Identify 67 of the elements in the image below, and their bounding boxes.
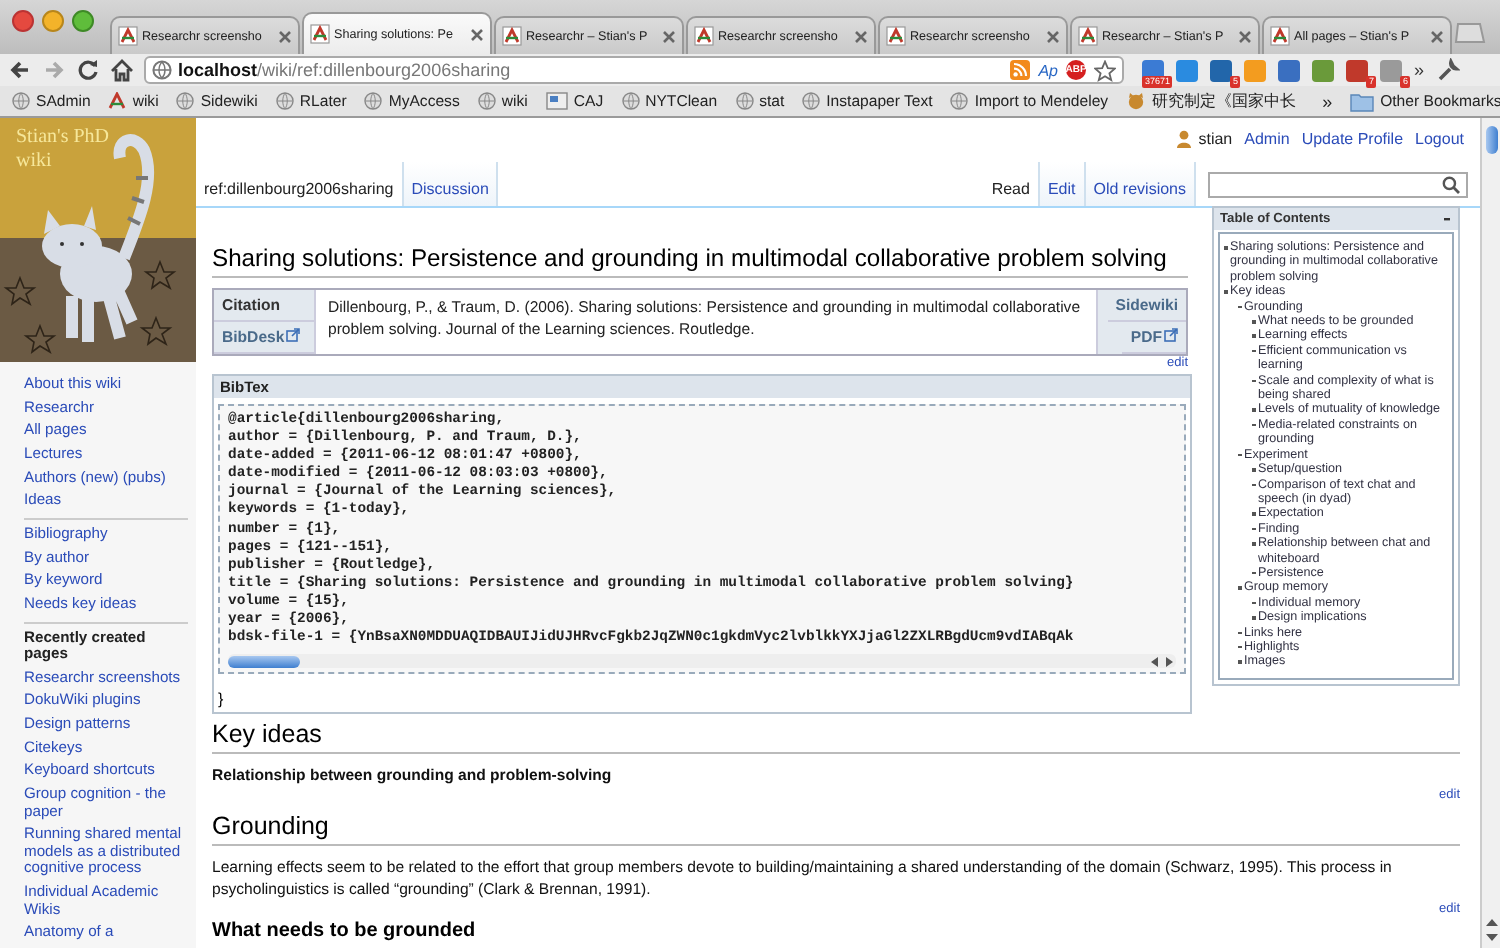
globe-icon <box>275 92 294 110</box>
page-tab[interactable]: Discussion <box>403 162 499 206</box>
search-icon[interactable] <box>1442 176 1460 194</box>
home-icon[interactable] <box>110 58 134 82</box>
view-tab[interactable]: Edit <box>1039 162 1086 206</box>
user-icon <box>1176 129 1193 147</box>
vertical-scrollbar[interactable] <box>1480 118 1500 948</box>
scroll-thumb[interactable] <box>228 655 300 668</box>
extension-button[interactable] <box>1312 59 1334 81</box>
wiki-favicon-icon <box>310 24 330 44</box>
wiki-favicon-icon <box>694 26 714 46</box>
globe-icon <box>364 92 383 110</box>
extension-button[interactable] <box>1176 59 1198 81</box>
user-link[interactable]: Admin <box>1244 129 1290 147</box>
extension-button[interactable] <box>1278 59 1300 81</box>
more-extensions-button[interactable]: » <box>1414 60 1425 80</box>
close-icon[interactable] <box>278 29 292 43</box>
wiki-favicon-icon <box>118 26 138 46</box>
globe-icon <box>950 92 969 110</box>
folder-icon <box>1350 91 1375 111</box>
external-link-icon <box>1164 328 1178 342</box>
globe-icon <box>802 92 821 110</box>
user-link[interactable]: Logout <box>1415 129 1464 147</box>
close-icon[interactable] <box>1238 29 1252 43</box>
wiki-favicon-icon <box>1270 26 1290 46</box>
section-heading: Grounding <box>212 812 1460 847</box>
close-icon[interactable] <box>470 27 484 41</box>
minimize-window-icon[interactable] <box>42 10 64 32</box>
back-icon[interactable] <box>8 58 32 82</box>
close-icon[interactable] <box>854 29 868 43</box>
wiki-favicon-icon <box>1078 26 1098 46</box>
zoom-window-icon[interactable] <box>72 10 94 32</box>
horizontal-scrollbar[interactable] <box>228 654 1176 669</box>
globe-icon <box>152 60 172 80</box>
scroll-arrows-icon[interactable] <box>1483 916 1499 944</box>
collapse-icon[interactable] <box>1442 214 1452 224</box>
globe-icon <box>176 92 195 110</box>
translate-button[interactable]: Ap <box>1038 61 1058 79</box>
code-line: } <box>218 690 226 709</box>
scroll-thumb[interactable] <box>1485 126 1497 154</box>
close-icon[interactable] <box>662 29 676 43</box>
section-heading: Key ideas <box>212 720 1460 755</box>
new-tab-icon[interactable] <box>1454 22 1486 44</box>
more-bookmarks-button[interactable]: » <box>1322 91 1333 111</box>
globe-icon <box>477 92 496 110</box>
cat-face-icon <box>1126 92 1147 110</box>
close-icon[interactable] <box>1046 29 1060 43</box>
wiki-favicon-icon <box>886 26 906 46</box>
document-icon <box>545 92 568 110</box>
reload-icon[interactable] <box>76 58 100 82</box>
globe-icon <box>735 92 754 110</box>
wiki-favicon-icon <box>502 26 522 46</box>
globe-icon <box>621 92 640 110</box>
scroll-arrows-icon[interactable] <box>1148 655 1176 668</box>
page-title: Sharing solutions: Persistence and grounding in multimodal collaborative problem solving <box>212 244 1188 278</box>
globe-icon <box>12 92 30 110</box>
subsection-heading: What needs to be grounded <box>212 920 478 943</box>
view-tab[interactable]: Old revisions <box>1085 162 1196 206</box>
external-link-icon <box>286 328 301 342</box>
close-window-icon[interactable] <box>12 10 34 32</box>
search-field[interactable] <box>1208 172 1468 198</box>
username: stian <box>1198 129 1233 147</box>
wiki-favicon-icon <box>108 92 127 110</box>
feed-icon[interactable] <box>1010 60 1031 80</box>
user-link[interactable]: Update Profile <box>1301 129 1404 147</box>
star-icon[interactable] <box>1094 59 1116 81</box>
close-icon[interactable] <box>1430 29 1444 43</box>
